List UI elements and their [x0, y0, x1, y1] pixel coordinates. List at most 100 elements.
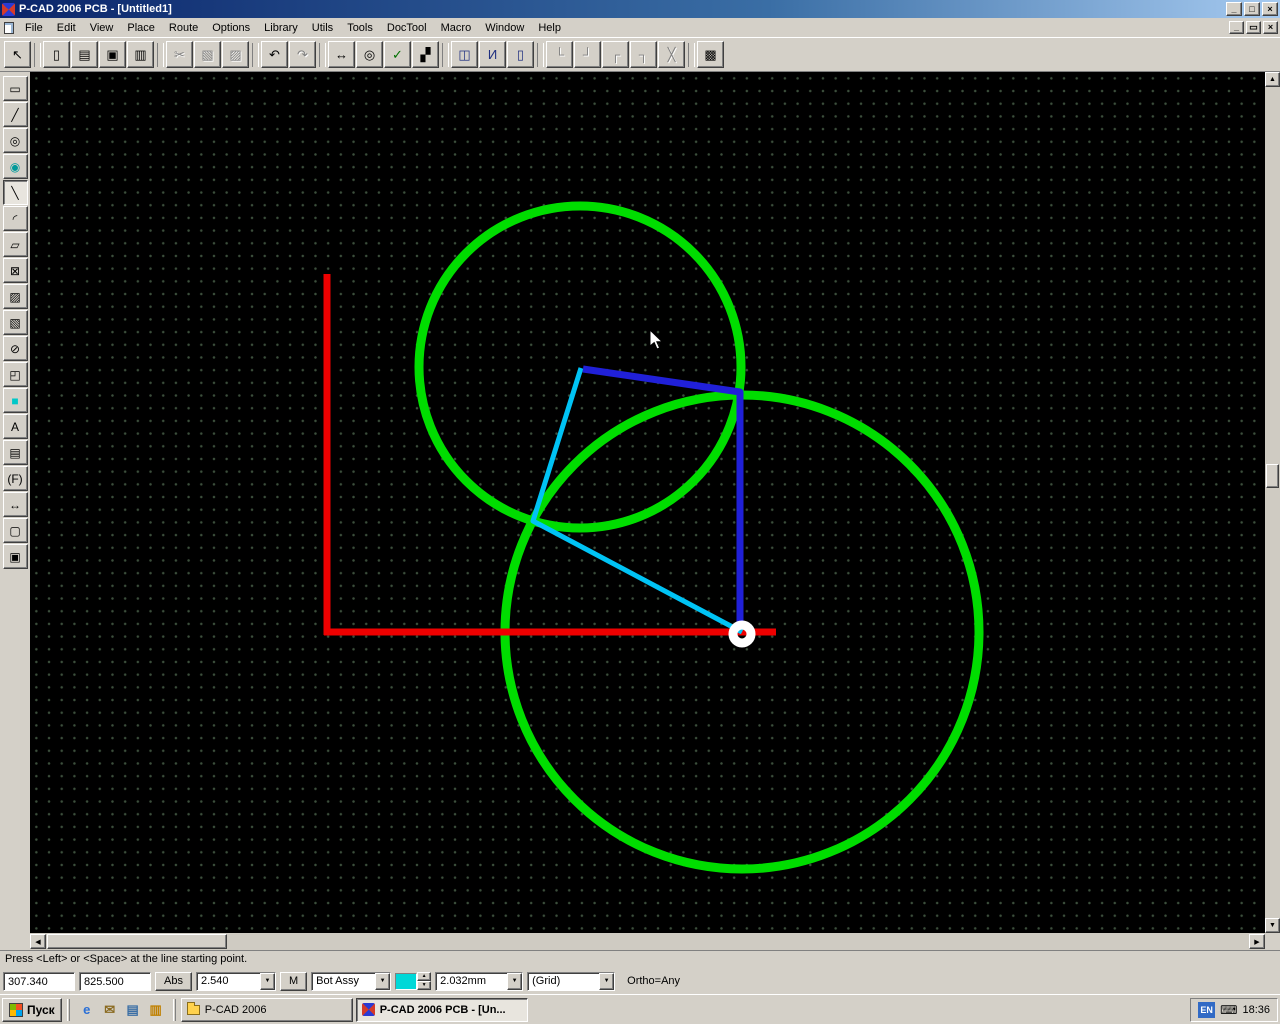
- undo-button[interactable]: ↶: [261, 41, 288, 68]
- place-connection-button[interactable]: ╱: [3, 102, 28, 127]
- layers-button[interactable]: ▣: [3, 544, 28, 569]
- layer-display-button[interactable]: ▯: [507, 41, 534, 68]
- line-width-combo[interactable]: 2.032mm ▼: [435, 972, 523, 991]
- pcb-canvas[interactable]: [30, 72, 1265, 933]
- pcad-app-icon[interactable]: [2, 3, 15, 16]
- mail-quicklaunch-icon[interactable]: ✉: [100, 1000, 120, 1020]
- chevron-down-icon[interactable]: ▼: [375, 973, 390, 990]
- menu-item[interactable]: Tools: [340, 20, 380, 36]
- menu-item[interactable]: Window: [478, 20, 531, 36]
- place-polygon-button[interactable]: ▱: [3, 232, 28, 257]
- abs-rel-toggle-button[interactable]: Abs: [155, 972, 192, 991]
- scroll-right-icon[interactable]: ▶: [1249, 934, 1265, 949]
- place-point-button[interactable]: ⊠: [3, 258, 28, 283]
- horizontal-scroll-thumb[interactable]: [47, 934, 227, 949]
- spinner-down-icon[interactable]: ▼: [417, 981, 431, 990]
- place-text-button[interactable]: A: [3, 414, 28, 439]
- y-coordinate-field[interactable]: 825.500: [79, 972, 151, 991]
- route-any-angle-button[interactable]: ╳: [658, 41, 685, 68]
- place-line-button[interactable]: ╲: [3, 180, 28, 205]
- layer-color-swatch[interactable]: [395, 973, 417, 990]
- start-button[interactable]: Пуск: [2, 998, 62, 1022]
- language-indicator[interactable]: EN: [1198, 1002, 1215, 1018]
- place-keepout-button[interactable]: ■: [3, 388, 28, 413]
- scroll-left-icon[interactable]: ◀: [30, 934, 46, 949]
- launcher-quicklaunch-icon[interactable]: ▥: [146, 1000, 166, 1020]
- minimize-button[interactable]: _: [1226, 2, 1242, 16]
- route-t-route-button[interactable]: ┐: [630, 41, 657, 68]
- chevron-down-icon[interactable]: ▼: [260, 973, 275, 990]
- clock[interactable]: 18:36: [1242, 1004, 1270, 1016]
- menu-item[interactable]: Place: [120, 20, 162, 36]
- show-desktop-icon[interactable]: ▤: [123, 1000, 143, 1020]
- layer-combo[interactable]: Bot Assy ▼: [311, 972, 391, 991]
- route-interactive-button[interactable]: ┘: [574, 41, 601, 68]
- measure-button[interactable]: ↔: [328, 41, 355, 68]
- menu-item[interactable]: Utils: [305, 20, 340, 36]
- ie-quicklaunch-icon[interactable]: e: [77, 1000, 97, 1020]
- place-part-button[interactable]: ▭: [3, 76, 28, 101]
- child-restore-button[interactable]: ▭: [1246, 21, 1261, 34]
- place-via-button[interactable]: ◉: [3, 154, 28, 179]
- place-pad-button[interactable]: ◎: [3, 128, 28, 153]
- highlight-net-button[interactable]: ▞: [412, 41, 439, 68]
- new-file-button[interactable]: ▯: [43, 41, 70, 68]
- eco-report-button[interactable]: ▩: [697, 41, 724, 68]
- route-manual-button[interactable]: └: [546, 41, 573, 68]
- vertical-scroll-thumb[interactable]: [1266, 464, 1279, 488]
- horizontal-scrollbar[interactable]: ◀ ▶: [30, 933, 1265, 950]
- task-button-pcad-folder[interactable]: P-CAD 2006: [181, 998, 353, 1022]
- child-minimize-button[interactable]: _: [1229, 21, 1244, 34]
- place-cutout-button[interactable]: ▧: [3, 310, 28, 335]
- copy-button[interactable]: ▧: [194, 41, 221, 68]
- menu-item[interactable]: Help: [531, 20, 568, 36]
- menu-item[interactable]: Options: [205, 20, 257, 36]
- chevron-down-icon[interactable]: ▼: [507, 973, 522, 990]
- menu-item[interactable]: Library: [257, 20, 305, 36]
- save-file-button[interactable]: ▣: [99, 41, 126, 68]
- close-button[interactable]: ×: [1262, 2, 1278, 16]
- menu-item[interactable]: Macro: [434, 20, 479, 36]
- redo-button[interactable]: ↷: [289, 41, 316, 68]
- vertical-scrollbar[interactable]: ▲ ▼: [1265, 72, 1280, 933]
- task-button-pcad-pcb[interactable]: P-CAD 2006 PCB - [Un...: [356, 998, 528, 1022]
- chevron-down-icon[interactable]: ▼: [599, 973, 614, 990]
- place-plane-region-button[interactable]: ⊘: [3, 336, 28, 361]
- place-copper-pour-button[interactable]: ▨: [3, 284, 28, 309]
- cut-button[interactable]: ✂: [166, 41, 193, 68]
- cyan-trace[interactable]: [533, 368, 742, 632]
- keyboard-layout-icon[interactable]: ⌨: [1220, 1003, 1237, 1017]
- route-miter-button[interactable]: ┌: [602, 41, 629, 68]
- drc-button[interactable]: ✓: [384, 41, 411, 68]
- menu-item[interactable]: Edit: [50, 20, 83, 36]
- place-dimension-button[interactable]: ↔: [3, 492, 28, 517]
- select-tool-button[interactable]: ↖: [4, 41, 31, 68]
- place-arc-button[interactable]: ◜: [3, 206, 28, 231]
- grid-kind-combo[interactable]: (Grid) ▼: [527, 972, 615, 991]
- menu-item[interactable]: File: [18, 20, 50, 36]
- print-button[interactable]: ▥: [127, 41, 154, 68]
- child-close-button[interactable]: ×: [1263, 21, 1278, 34]
- scroll-up-icon[interactable]: ▲: [1265, 72, 1280, 87]
- place-field-button[interactable]: (F): [3, 466, 28, 491]
- document-icon[interactable]: [4, 22, 14, 34]
- maximize-button[interactable]: □: [1244, 2, 1260, 16]
- place-detail-button[interactable]: ▢: [3, 518, 28, 543]
- vias-display-button[interactable]: И: [479, 41, 506, 68]
- zoom-window-button[interactable]: ◎: [356, 41, 383, 68]
- place-table-button[interactable]: ▤: [3, 440, 28, 465]
- x-coordinate-field[interactable]: 307.340: [3, 972, 75, 991]
- paste-button[interactable]: ▨: [222, 41, 249, 68]
- menu-item[interactable]: DocTool: [380, 20, 434, 36]
- application-window: P-CAD 2006 PCB - [Untitled1] _ □ × FileE…: [0, 0, 1280, 1024]
- place-room-button[interactable]: ◰: [3, 362, 28, 387]
- open-file-button[interactable]: ▤: [71, 41, 98, 68]
- menu-item[interactable]: Route: [162, 20, 205, 36]
- grid-spacing-combo[interactable]: 2.540 ▼: [196, 972, 276, 991]
- scroll-down-icon[interactable]: ▼: [1265, 918, 1280, 933]
- green-circle-small[interactable]: [419, 206, 741, 528]
- menu-item[interactable]: View: [83, 20, 121, 36]
- metric-toggle-button[interactable]: M: [280, 972, 307, 991]
- spinner-up-icon[interactable]: ▲: [417, 972, 431, 981]
- pads-display-button[interactable]: ◫: [451, 41, 478, 68]
